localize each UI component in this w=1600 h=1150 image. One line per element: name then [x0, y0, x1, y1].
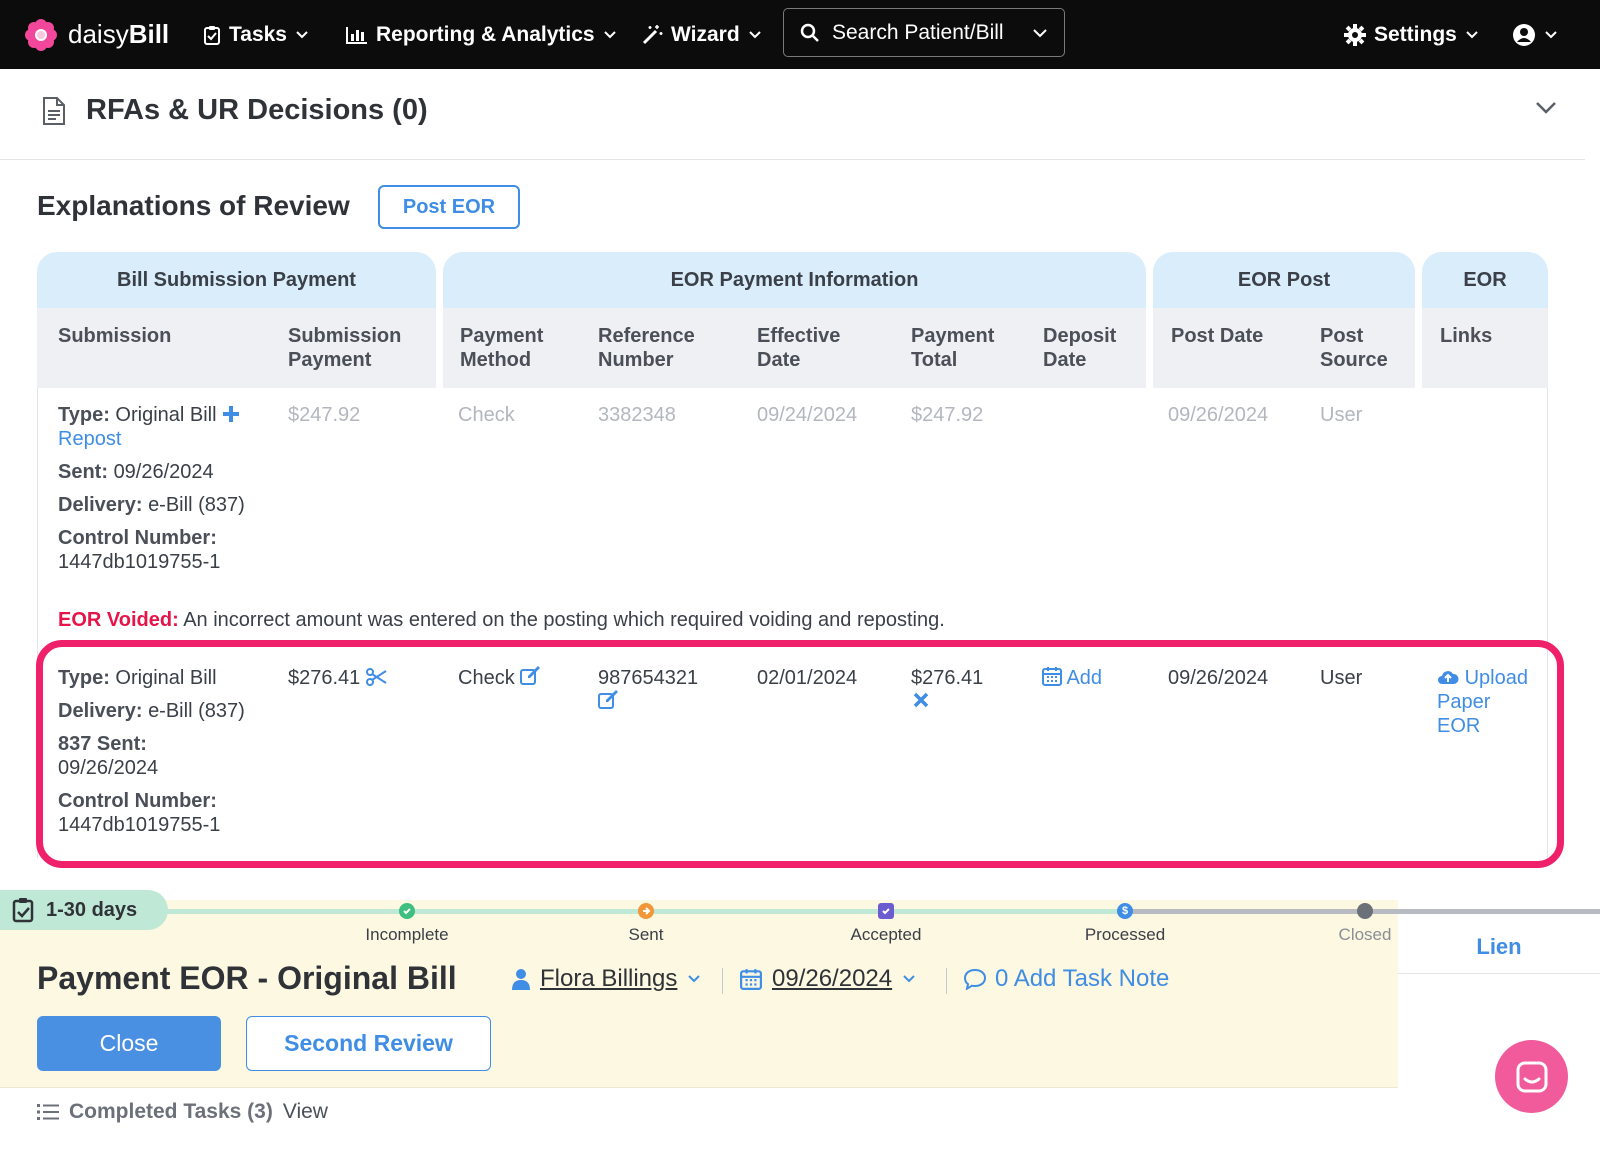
check-icon	[403, 908, 411, 915]
chat-icon	[1516, 1061, 1547, 1092]
rfa-section[interactable]: RFAs & UR Decisions (0)	[0, 69, 1585, 160]
voided-post-date: 09/26/2024	[1168, 404, 1269, 426]
chevron-down-icon	[1545, 30, 1557, 38]
stage-closed-dot	[1357, 903, 1373, 919]
stage-sent-dot	[638, 903, 654, 919]
highlight-outline	[36, 640, 1564, 868]
magic-wand-icon	[642, 24, 663, 44]
search-patient-bill[interactable]: Search Patient/Bill	[783, 8, 1065, 57]
group-header-eor: EOR	[1422, 252, 1548, 308]
logo-text-bold: Bill	[128, 19, 170, 49]
chevron-down-icon	[603, 30, 616, 38]
divider	[0, 1087, 1398, 1088]
divider	[946, 968, 947, 994]
stage-accepted: Accepted	[850, 925, 922, 944]
col-header-payment-total: Payment Total	[911, 325, 995, 371]
col-header-submission: Submission	[58, 325, 172, 347]
comment-icon	[963, 968, 987, 990]
post-eor-button[interactable]: Post EOR	[378, 185, 520, 229]
eor-section-title: Explanations of Review	[37, 190, 350, 221]
col-header-post-source: Post Source	[1320, 325, 1388, 371]
settings-label: Settings	[1374, 22, 1457, 46]
logo-text: daisy	[68, 19, 129, 49]
stage-processed-dot: $	[1117, 903, 1133, 919]
clipboard-check-icon	[12, 898, 34, 923]
daisybill-logo[interactable]: daisyBill	[24, 0, 169, 69]
voided-submission-payment: $247.92	[288, 404, 361, 426]
nav-reporting[interactable]: Reporting & Analytics	[346, 0, 617, 69]
chevron-down-icon	[748, 30, 761, 38]
view-completed-link[interactable]: View	[283, 1100, 328, 1124]
stage-sent: Sent	[628, 925, 664, 944]
stage-incomplete-dot	[399, 903, 415, 919]
completed-tasks[interactable]: Completed Tasks (3) View	[37, 1100, 328, 1124]
divider	[722, 968, 723, 994]
days-badge: 1-30 days	[0, 890, 168, 930]
top-navbar: daisyBill Tasks Reporting & Analytics Wi…	[0, 0, 1600, 69]
chevron-down-icon	[1033, 28, 1047, 37]
col-header-deposit-date: Deposit Date	[1043, 325, 1117, 371]
add-task-note-link[interactable]: 0 Add Task Note	[963, 965, 1169, 993]
subheader-bg	[1422, 308, 1548, 388]
col-header-payment-method: Payment Method	[460, 325, 544, 371]
check-icon	[882, 908, 890, 915]
search-icon	[800, 23, 819, 42]
stage-processed: Processed	[1084, 925, 1166, 944]
col-header-effective-date: Effective Date	[757, 325, 841, 371]
voided-effective-date: 09/24/2024	[757, 404, 858, 426]
nav-tasks-label: Tasks	[229, 22, 287, 46]
second-review-button[interactable]: Second Review	[246, 1016, 491, 1071]
nav-settings[interactable]: Settings	[1344, 0, 1479, 69]
group-header-eor-post: EOR Post	[1153, 252, 1415, 308]
voided-payment-total: $247.92	[911, 404, 984, 426]
eor-voided-note: EOR Voided: An incorrect amount was ente…	[58, 609, 945, 631]
user-circle-icon	[1513, 23, 1535, 46]
daisy-flower-icon	[25, 18, 57, 51]
col-header-submission-payment: Submission Payment	[288, 325, 402, 371]
document-icon	[43, 97, 65, 125]
clipboard-check-icon	[204, 25, 220, 45]
nav-wizard-label: Wizard	[671, 22, 740, 46]
col-header-links: Links	[1440, 325, 1493, 347]
group-header-eor-payment: EOR Payment Information	[443, 252, 1146, 308]
stage-incomplete: Incomplete	[365, 925, 449, 944]
bar-chart-icon	[346, 26, 367, 44]
col-header-reference-number: Reference Number	[598, 325, 695, 371]
chevron-down-icon	[688, 975, 701, 983]
voided-reference-number: 3382348	[598, 404, 676, 426]
search-label: Search Patient/Bill	[832, 20, 1004, 44]
chevron-down-icon	[1466, 30, 1478, 38]
rfa-title: RFAs & UR Decisions (0)	[86, 94, 428, 126]
chevron-down-icon	[296, 30, 308, 38]
nav-wizard[interactable]: Wizard	[641, 0, 762, 69]
list-icon	[37, 1104, 59, 1120]
group-header-bill-submission: Bill Submission Payment	[37, 252, 436, 308]
calendar-icon	[740, 969, 762, 990]
assignee-dropdown[interactable]: Flora Billings	[512, 965, 701, 993]
nav-reporting-label: Reporting & Analytics	[376, 22, 595, 46]
plus-icon[interactable]	[222, 405, 240, 423]
gear-icon	[1344, 23, 1366, 46]
chevron-down-icon	[903, 975, 915, 983]
task-title: Payment EOR - Original Bill	[37, 960, 457, 996]
user-menu[interactable]	[1512, 0, 1558, 69]
close-task-button[interactable]: Close	[37, 1016, 221, 1071]
table-row-voided-submission: Type: Original Bill Repost Sent: 09/26/2…	[58, 404, 245, 573]
user-icon	[512, 969, 530, 990]
chevron-down-icon[interactable]	[1535, 101, 1557, 115]
task-date-dropdown[interactable]: 09/26/2024	[740, 965, 916, 993]
nav-tasks[interactable]: Tasks	[203, 0, 309, 69]
voided-payment-method: Check	[458, 404, 515, 426]
col-header-post-date: Post Date	[1171, 325, 1264, 347]
voided-post-source: User	[1320, 404, 1363, 426]
tab-lien[interactable]: Lien	[1398, 920, 1600, 974]
repost-link[interactable]: Repost	[58, 427, 245, 451]
stage-closed: Closed	[1338, 925, 1392, 944]
arrow-right-icon	[643, 907, 651, 915]
stage-accepted-dot	[878, 903, 894, 919]
chat-launcher[interactable]	[1495, 1040, 1568, 1113]
